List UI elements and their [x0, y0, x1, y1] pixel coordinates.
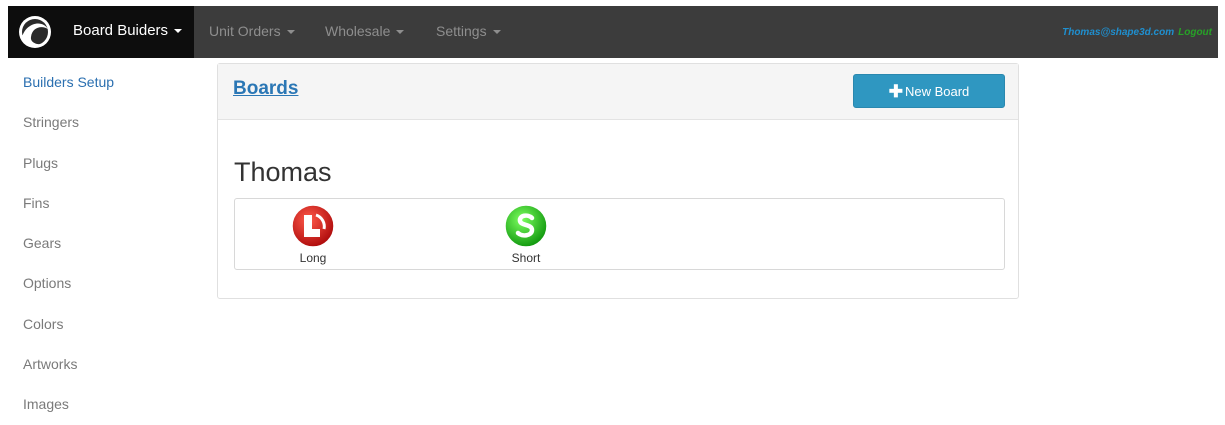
sidebar-item-fins[interactable]: Fins: [23, 183, 203, 223]
nav-menu-settings[interactable]: Settings: [436, 23, 501, 39]
top-navbar: Board Buiders Unit Orders Wholesale Sett…: [8, 6, 1218, 58]
builder-name-heading: Thomas: [234, 157, 332, 187]
logout-link[interactable]: Logout: [1178, 27, 1212, 38]
boards-list: Long Short: [234, 198, 1005, 270]
sidebar: Builders Setup Stringers Plugs Fins Gear…: [23, 62, 203, 425]
sidebar-item-artworks[interactable]: Artworks: [23, 344, 203, 384]
wave-logo-icon: [19, 16, 51, 48]
board-label: Long: [299, 251, 327, 265]
new-board-label: New Board: [904, 83, 970, 99]
panel-header: Boards ✚ New Board: [218, 64, 1018, 120]
sidebar-item-colors[interactable]: Colors: [23, 304, 203, 344]
short-board-icon: [504, 204, 548, 248]
caret-down-icon: [492, 30, 501, 35]
board-item-long[interactable]: Long: [283, 203, 343, 265]
nav-menu-unit-orders[interactable]: Unit Orders: [209, 23, 295, 39]
user-account: Thomas@shape3d.com Logout: [1062, 27, 1212, 38]
sidebar-item-gears[interactable]: Gears: [23, 223, 203, 263]
nav-menu-wholesale[interactable]: Wholesale: [325, 23, 405, 39]
caret-down-icon: [286, 30, 295, 35]
board-item-short[interactable]: Short: [496, 203, 556, 265]
sidebar-item-builders-setup[interactable]: Builders Setup: [23, 62, 203, 102]
sidebar-item-plugs[interactable]: Plugs: [23, 143, 203, 183]
long-board-icon: [291, 204, 335, 248]
sidebar-item-options[interactable]: Options: [23, 263, 203, 303]
page-title[interactable]: Boards: [233, 78, 298, 100]
new-board-button[interactable]: ✚ New Board: [853, 74, 1005, 108]
caret-down-icon: [174, 29, 183, 34]
plus-icon: ✚: [888, 81, 903, 101]
caret-down-icon: [396, 30, 405, 35]
brand-menu-label: Board Buiders: [73, 22, 183, 39]
boards-panel: Boards ✚ New Board Thomas Long Short: [217, 63, 1019, 299]
sidebar-item-stringers[interactable]: Stringers: [23, 102, 203, 142]
user-email[interactable]: Thomas@shape3d.com: [1062, 27, 1174, 38]
brand-menu[interactable]: Board Buiders: [8, 6, 194, 58]
sidebar-item-images[interactable]: Images: [23, 384, 203, 424]
board-label: Short: [511, 251, 541, 265]
